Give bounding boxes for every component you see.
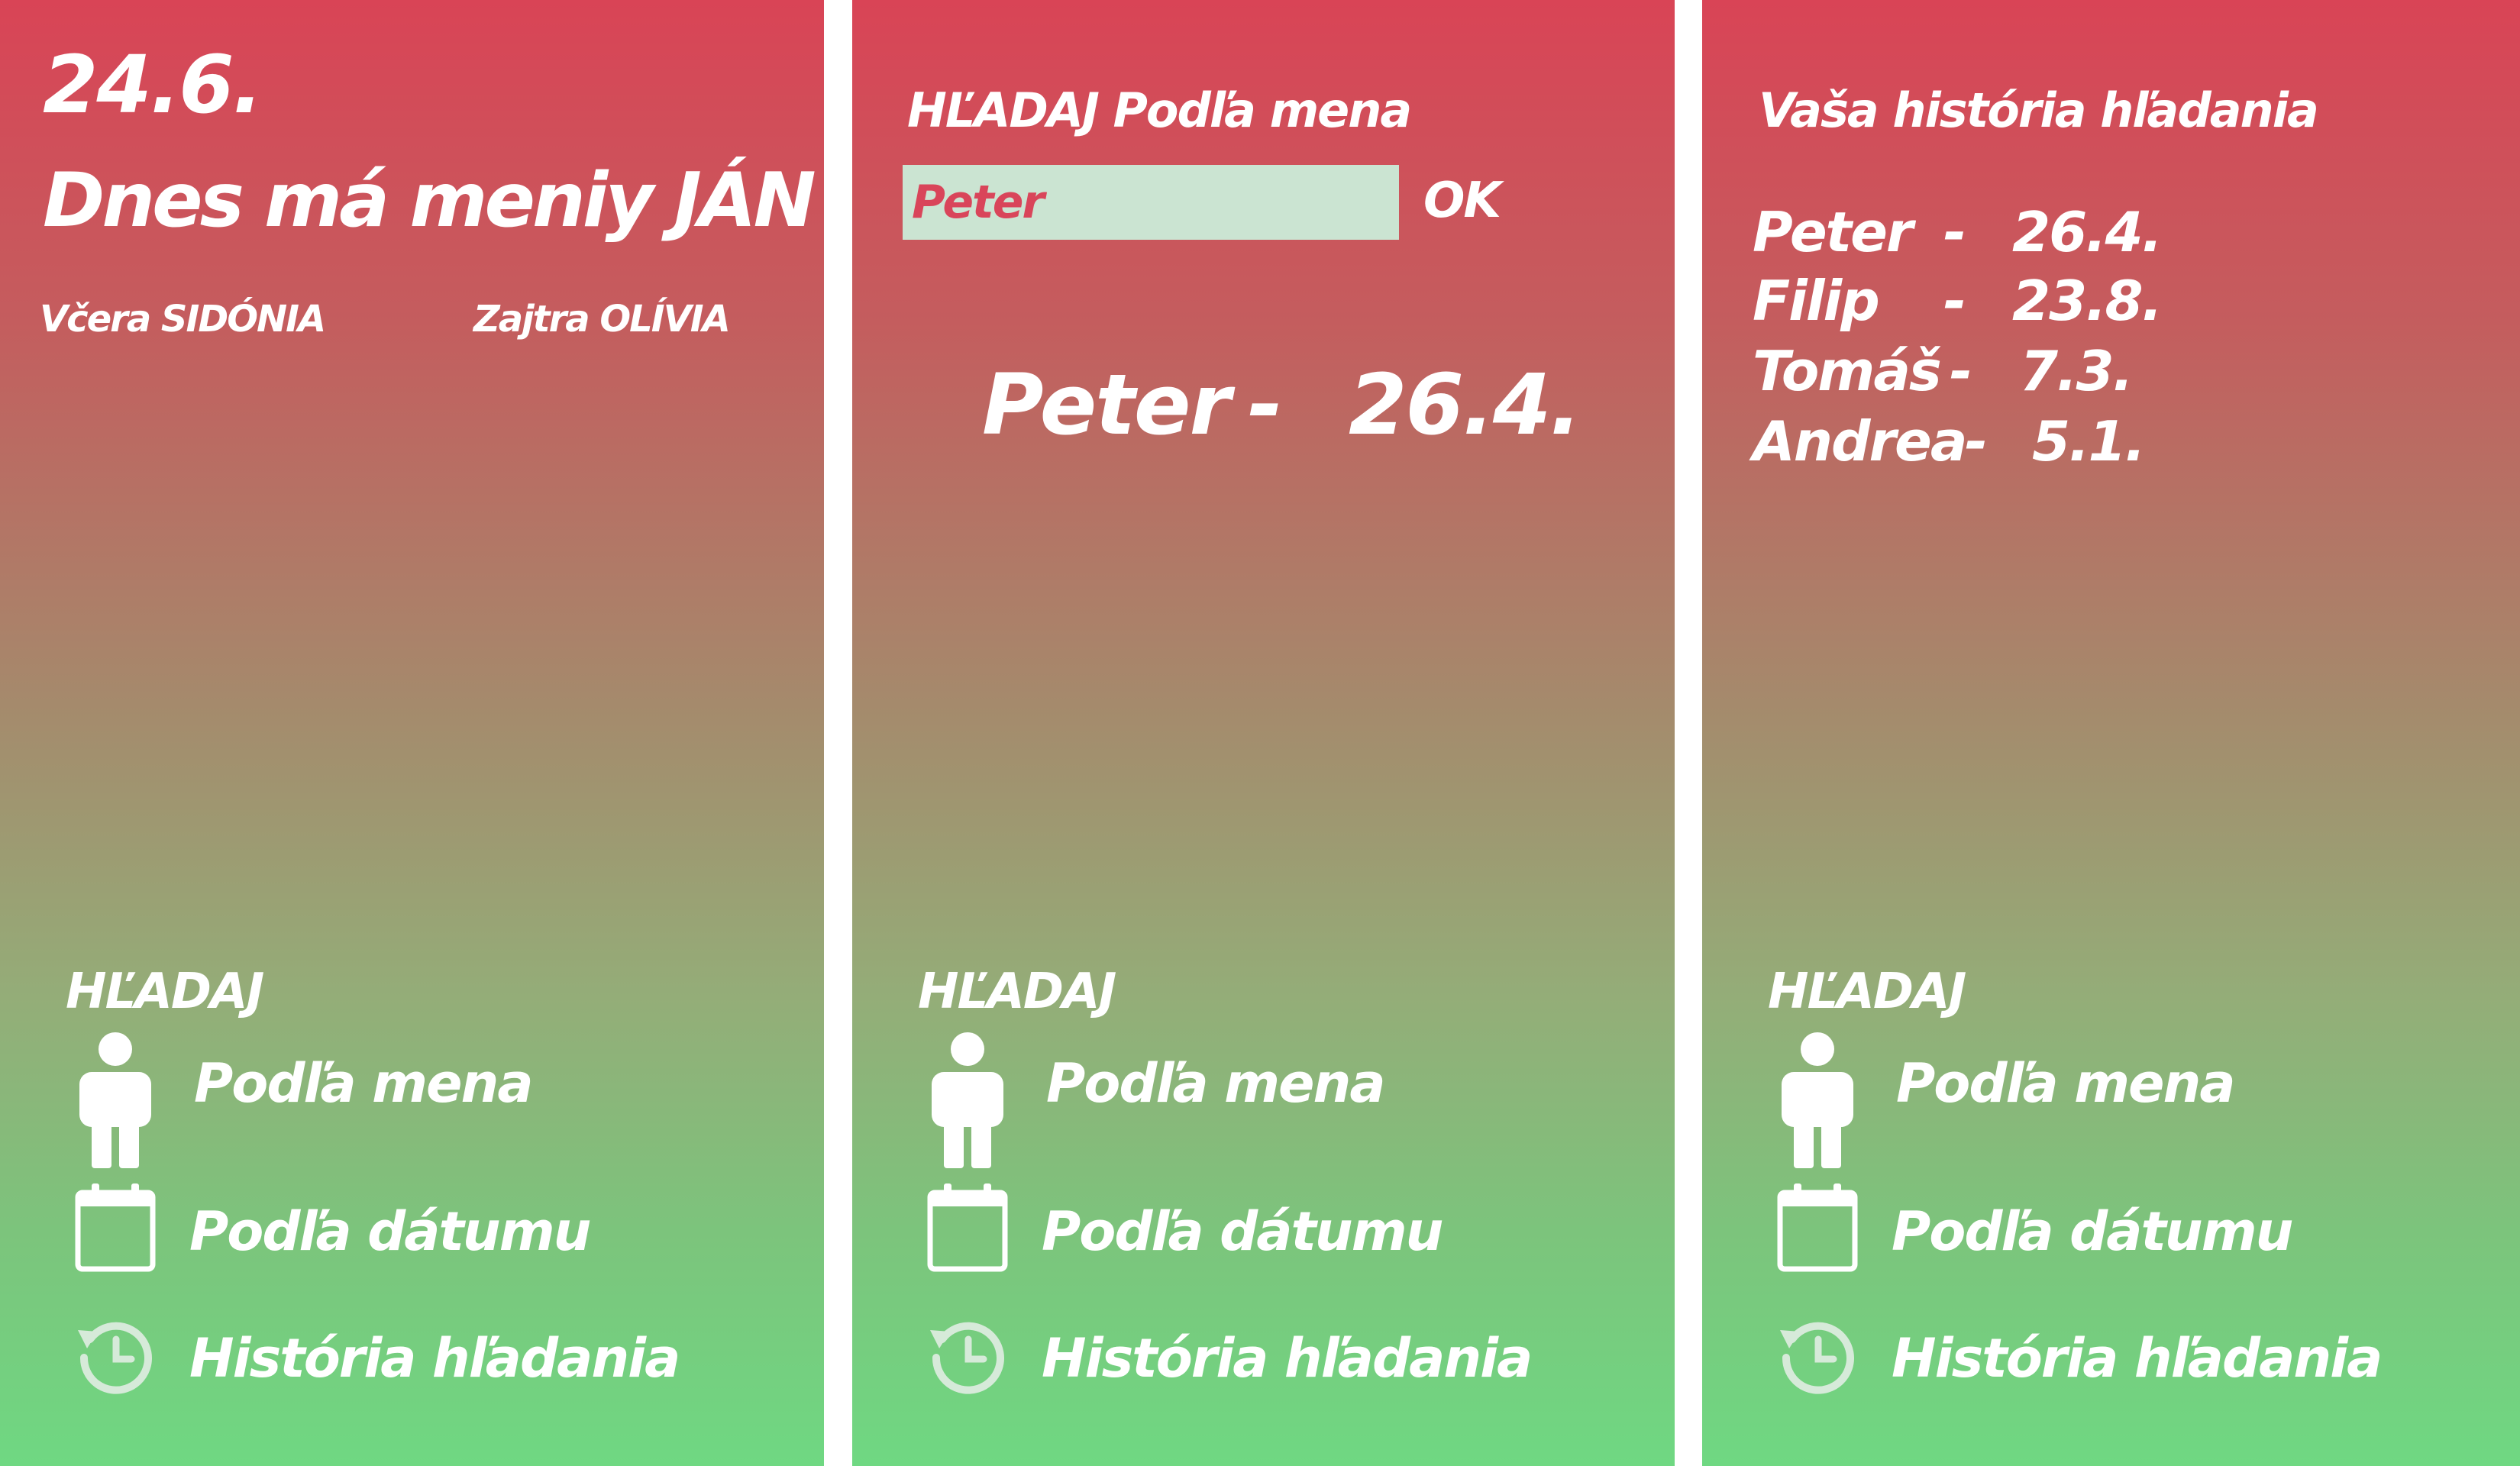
- history-entry-dash: -: [1943, 200, 1966, 264]
- history-entry-dash: -: [1943, 269, 1966, 333]
- today-panel: 24.6. Dnes má meniy JÁN Včera SIDÓNIA Za…: [0, 0, 824, 1466]
- person-icon: [79, 1032, 151, 1168]
- history-entry-date: 5.1.: [2032, 409, 2146, 473]
- today-nameday: Dnes má meniy JÁN: [43, 157, 816, 244]
- nav-by-date[interactable]: Podľa dátumu: [73, 1182, 761, 1281]
- person-icon: [1782, 1032, 1853, 1168]
- nav-by-date-label: Podľa dátumu: [189, 1200, 592, 1263]
- history-entry-name: Filip: [1753, 269, 1880, 333]
- history-icon: [1780, 1322, 1854, 1394]
- nav-history-label: História hľadania: [189, 1327, 680, 1390]
- nav-by-name[interactable]: Podľa mena: [73, 1032, 761, 1168]
- nav-heading: HĽADAJ: [1768, 964, 1966, 1020]
- person-icon: [932, 1032, 1003, 1168]
- nav-history[interactable]: História hľadania: [73, 1313, 761, 1413]
- nav-history[interactable]: História hľadania: [926, 1313, 1613, 1413]
- history-title: Vaša história hľadania: [1759, 82, 2319, 138]
- ok-button[interactable]: OK: [1423, 173, 1501, 229]
- nav-by-date[interactable]: Podľa dátumu: [926, 1182, 1613, 1281]
- history-entry-dash: -: [1950, 339, 1972, 403]
- calendar-icon: [1777, 1183, 1858, 1272]
- today-date: 24.6.: [43, 38, 263, 131]
- nav-heading: HĽADAJ: [66, 964, 264, 1020]
- history-entry-dash: -: [1965, 409, 1988, 473]
- history-entry-date: 7.3.: [2020, 339, 2134, 403]
- nav-history-label: História hľadania: [1042, 1327, 1533, 1390]
- nav-by-date-label: Podľa dátumu: [1042, 1200, 1444, 1263]
- history-icon: [930, 1322, 1004, 1394]
- history-entry-name: Tomáš: [1753, 339, 1942, 403]
- history-panel: Vaša história hľadania Peter - 26.4. Fil…: [1702, 0, 2520, 1466]
- search-title: HĽADAJ Podľa mena: [907, 82, 1412, 138]
- result-dash: -: [1248, 356, 1283, 454]
- result-name: Peter: [982, 356, 1231, 454]
- nav-by-name-label: Podľa mena: [1896, 1052, 2236, 1115]
- nav-history-label: História hľadania: [1892, 1327, 2383, 1390]
- history-entry-name: Peter: [1753, 200, 1913, 264]
- nav-by-date[interactable]: Podľa dátumu: [1775, 1182, 2463, 1281]
- history-entry-date: 23.8.: [2012, 269, 2163, 333]
- yesterday-nameday: Včera SIDÓNIA: [40, 298, 326, 341]
- nav-by-date-label: Podľa dátumu: [1892, 1200, 2294, 1263]
- calendar-icon: [75, 1183, 156, 1272]
- nav-by-name-label: Podľa mena: [194, 1052, 534, 1115]
- tomorrow-nameday: Zajtra OLÍVIA: [473, 298, 731, 341]
- result-date: 26.4.: [1349, 356, 1581, 454]
- nav-by-name[interactable]: Podľa mena: [926, 1032, 1613, 1168]
- history-icon: [78, 1322, 152, 1394]
- history-entry-date: 26.4.: [2012, 200, 2163, 264]
- nav-by-name[interactable]: Podľa mena: [1775, 1032, 2463, 1168]
- calendar-icon: [927, 1183, 1008, 1272]
- search-input[interactable]: [903, 165, 1399, 240]
- nav-history[interactable]: História hľadania: [1775, 1313, 2463, 1413]
- nav-by-name-label: Podľa mena: [1046, 1052, 1386, 1115]
- search-panel: HĽADAJ Podľa mena OK Peter - 26.4. HĽADA…: [852, 0, 1675, 1466]
- nav-heading: HĽADAJ: [918, 964, 1116, 1020]
- history-entry-name: Andrea: [1753, 409, 1967, 473]
